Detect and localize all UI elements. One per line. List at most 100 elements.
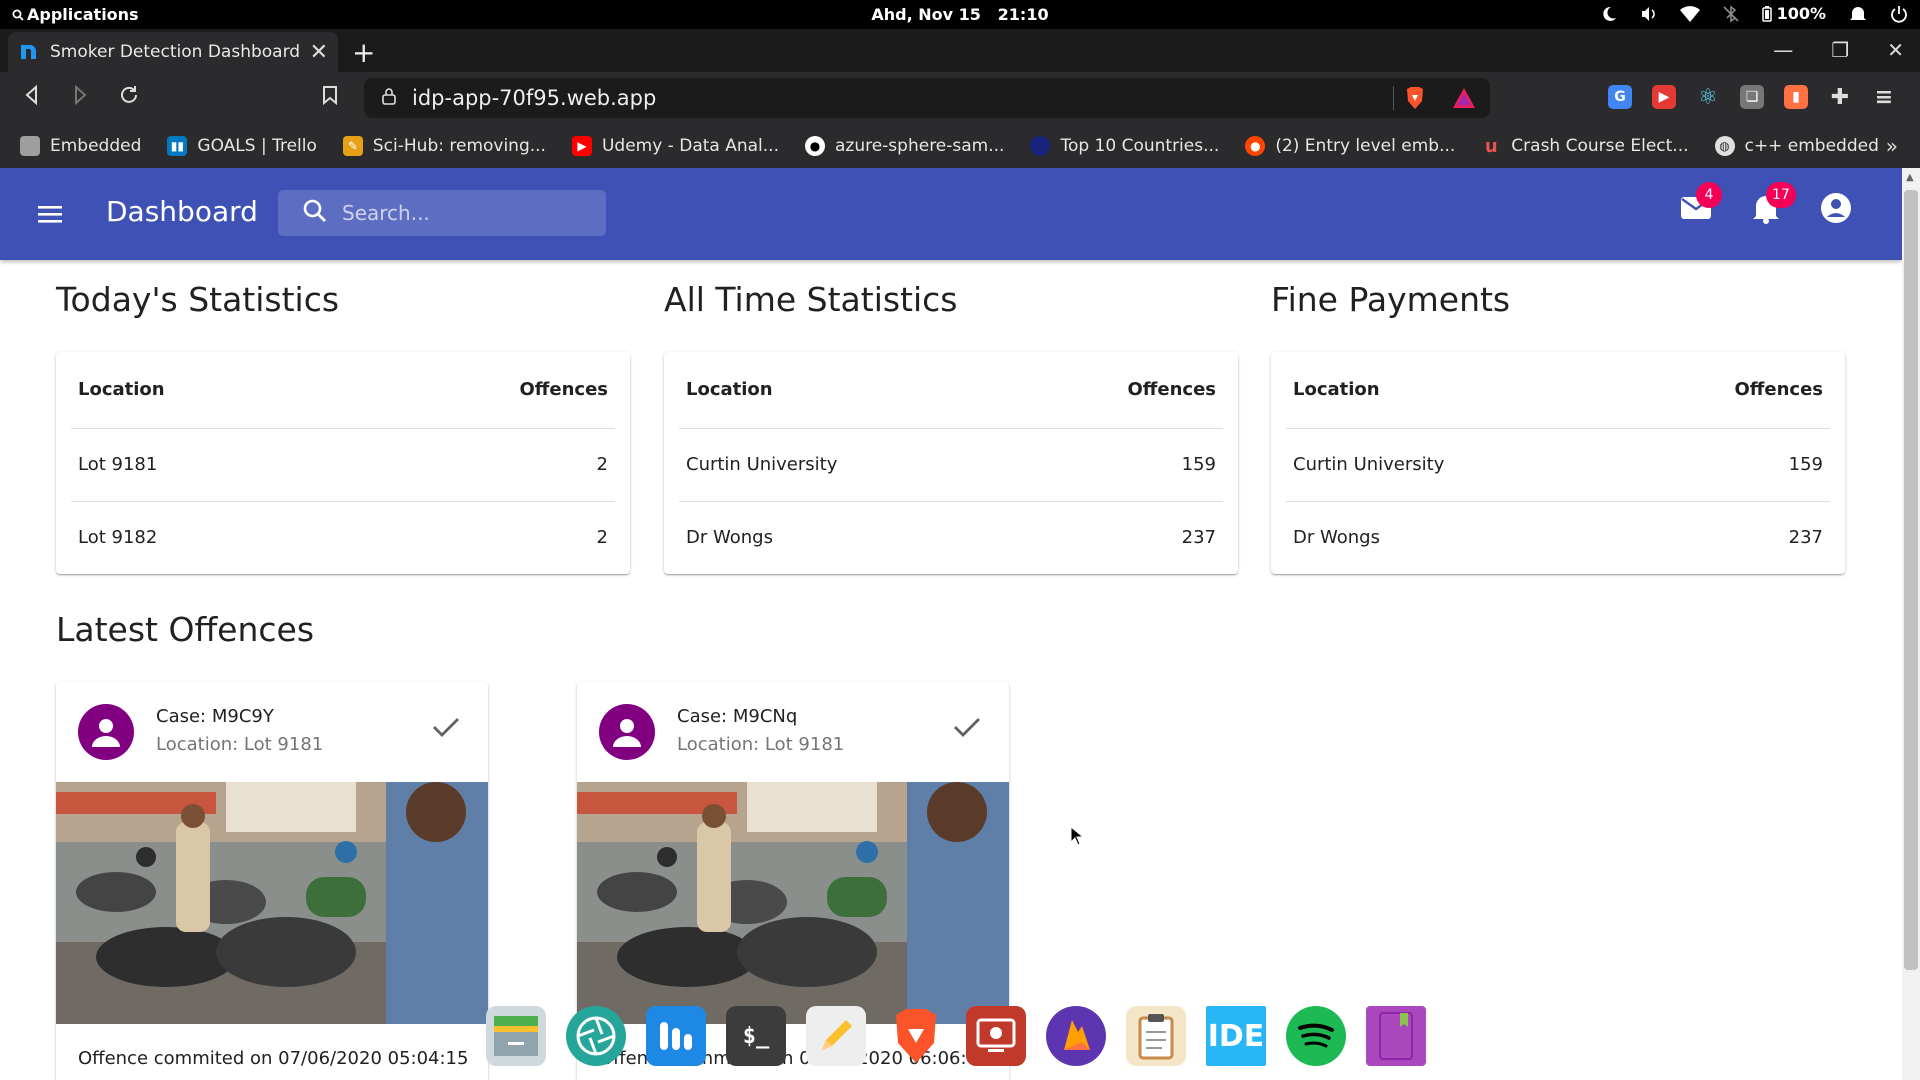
notifications-button[interactable]: 17: [1750, 182, 1796, 226]
power-icon[interactable]: [1890, 5, 1908, 23]
scrollbar-thumb[interactable]: [1904, 190, 1918, 970]
files-icon[interactable]: [486, 1006, 546, 1066]
text-editor-icon[interactable]: [806, 1006, 866, 1066]
search-input[interactable]: [342, 201, 582, 225]
firebase-icon[interactable]: [1046, 1006, 1106, 1066]
notification-badge: 17: [1766, 182, 1796, 208]
reddit-icon: ●: [1245, 136, 1266, 156]
back-icon[interactable]: [22, 84, 42, 112]
cell-location: Curtin University: [679, 428, 1015, 502]
cell-location: Dr Wongs: [1293, 527, 1380, 549]
hamburger-menu-icon[interactable]: [36, 200, 64, 228]
notifications-tray-icon[interactable]: [1848, 5, 1868, 23]
brave-icon[interactable]: [886, 1006, 946, 1066]
applications-menu[interactable]: Applications: [12, 5, 139, 24]
dash-icon[interactable]: [646, 1006, 706, 1066]
volume-icon[interactable]: [1640, 5, 1658, 23]
table-row[interactable]: Lot 9181 2: [71, 428, 615, 502]
forward-icon[interactable]: [70, 84, 90, 112]
extensions-puzzle-icon[interactable]: ✚: [1828, 85, 1852, 110]
account-button[interactable]: [1820, 193, 1852, 226]
lock-icon[interactable]: [382, 86, 396, 110]
bookmark-page-icon[interactable]: [322, 85, 338, 110]
mail-button[interactable]: 4: [1680, 182, 1722, 226]
bookmark-item[interactable]: ● azure-sphere-sam...: [804, 136, 1005, 156]
mail-badge: 4: [1696, 182, 1722, 208]
check-icon[interactable]: [953, 716, 981, 742]
brave-rewards-icon[interactable]: [1452, 87, 1476, 114]
system-top-bar: Applications Ahd, Nov 15 21:10 100%: [0, 0, 1920, 29]
copy-ext-icon[interactable]: ❏: [1740, 85, 1764, 109]
react-devtools-icon[interactable]: ⚛: [1696, 85, 1720, 110]
ext-orange-icon[interactable]: ▮: [1784, 85, 1808, 109]
clock-date[interactable]: Ahd, Nov 15: [871, 5, 981, 24]
more-bookmarks-icon[interactable]: »: [1886, 134, 1898, 158]
terminal-icon[interactable]: $_: [726, 1006, 786, 1066]
table-row[interactable]: Dr Wongs 237: [679, 501, 1223, 574]
cell-offences: 159: [1014, 428, 1223, 502]
bookmark-item[interactable]: ▶ Udemy - Data Anal...: [571, 136, 779, 156]
brave-shields-icon[interactable]: [1404, 86, 1426, 115]
fine-payments-heading: Fine Payments: [1271, 280, 1511, 319]
avatar: [599, 704, 655, 760]
spotify-icon[interactable]: [1286, 1006, 1346, 1066]
minimize-icon[interactable]: —: [1773, 38, 1793, 62]
youtube-ext-icon[interactable]: ▶: [1652, 85, 1676, 109]
ide-label: IDE: [1207, 1018, 1265, 1054]
maximize-icon[interactable]: ❐: [1831, 38, 1849, 62]
mouse-cursor-icon: [1070, 825, 1085, 850]
youtube-icon: ▶: [571, 136, 592, 156]
all-time-statistics-card: Location Offences Curtin University 159 …: [664, 352, 1238, 574]
browser-menu-icon[interactable]: ≡: [1872, 85, 1896, 110]
table-row[interactable]: Dr Wongs 237: [1286, 501, 1830, 574]
bookmark-label: Crash Course Elect...: [1511, 136, 1689, 156]
battery-indicator[interactable]: 100%: [1761, 4, 1826, 23]
bookmark-item[interactable]: ● (2) Entry level emb...: [1245, 136, 1455, 156]
screen-recorder-icon[interactable]: [966, 1006, 1026, 1066]
address-bar[interactable]: idp-app-70f95.web.app: [364, 78, 1490, 118]
search-box[interactable]: [278, 190, 606, 236]
bookmark-item[interactable]: Embedded: [20, 136, 141, 156]
bookmark-item[interactable]: u Crash Course Elect...: [1481, 135, 1689, 157]
bluetooth-off-icon[interactable]: [1722, 4, 1740, 23]
bookmark-item[interactable]: ◍ c++ embedded: [1714, 136, 1879, 156]
notebook-icon[interactable]: [1366, 1006, 1426, 1066]
new-tab-button[interactable]: +: [352, 36, 375, 69]
aperture-icon[interactable]: [566, 1006, 626, 1066]
bookmark-label: c++ embedded: [1744, 136, 1879, 156]
bookmark-item[interactable]: ✎ Sci-Hub: removing...: [342, 136, 546, 156]
night-light-icon[interactable]: [1600, 5, 1618, 23]
close-window-icon[interactable]: ✕: [1887, 38, 1904, 62]
check-icon[interactable]: [432, 716, 460, 742]
udemy-icon: u: [1484, 135, 1498, 157]
offence-photo: [56, 782, 488, 1024]
browser-tab-active[interactable]: Smoker Detection Dashboard ✕: [8, 32, 338, 72]
application-dock: $_ IDE: [486, 1002, 1426, 1070]
bookmark-item[interactable]: ▮▮ GOALS | Trello: [167, 136, 317, 156]
offence-card[interactable]: Case: M9C9Y Location: Lot 9181 Offence c…: [56, 682, 488, 1080]
url-text: idp-app-70f95.web.app: [412, 86, 657, 110]
offence-timestamp: Offence commited on 07/06/2020 05:04:15: [78, 1048, 469, 1069]
table-row[interactable]: Curtin University 159: [679, 428, 1223, 502]
reload-icon[interactable]: [118, 84, 140, 112]
ide-icon[interactable]: IDE: [1206, 1006, 1266, 1066]
bookmark-item[interactable]: Top 10 Countries...: [1030, 136, 1219, 156]
bookmark-label: Top 10 Countries...: [1060, 136, 1220, 156]
bookmark-label: azure-sphere-sam...: [834, 136, 1005, 156]
github-icon: ●: [804, 136, 825, 156]
clock-time[interactable]: 21:10: [998, 5, 1049, 24]
avatar: [78, 704, 134, 760]
cell-location: Curtin University: [1286, 428, 1622, 502]
table-row[interactable]: Curtin University 159: [1286, 428, 1830, 502]
table-row[interactable]: Lot 9182 2: [71, 501, 615, 574]
close-tab-icon[interactable]: ✕: [310, 40, 328, 65]
clipboard-icon[interactable]: [1126, 1006, 1186, 1066]
table-header-row: Location Offences: [679, 352, 1223, 429]
trello-icon: ▮▮: [167, 136, 188, 156]
scroll-up-icon[interactable]: ▲: [1906, 172, 1914, 183]
wifi-icon[interactable]: [1679, 5, 1700, 23]
page-scrollbar[interactable]: ▲: [1902, 168, 1920, 1080]
battery-icon: [1761, 5, 1772, 22]
google-translate-icon[interactable]: G: [1608, 85, 1632, 109]
cell-offences: 237: [1181, 527, 1216, 549]
